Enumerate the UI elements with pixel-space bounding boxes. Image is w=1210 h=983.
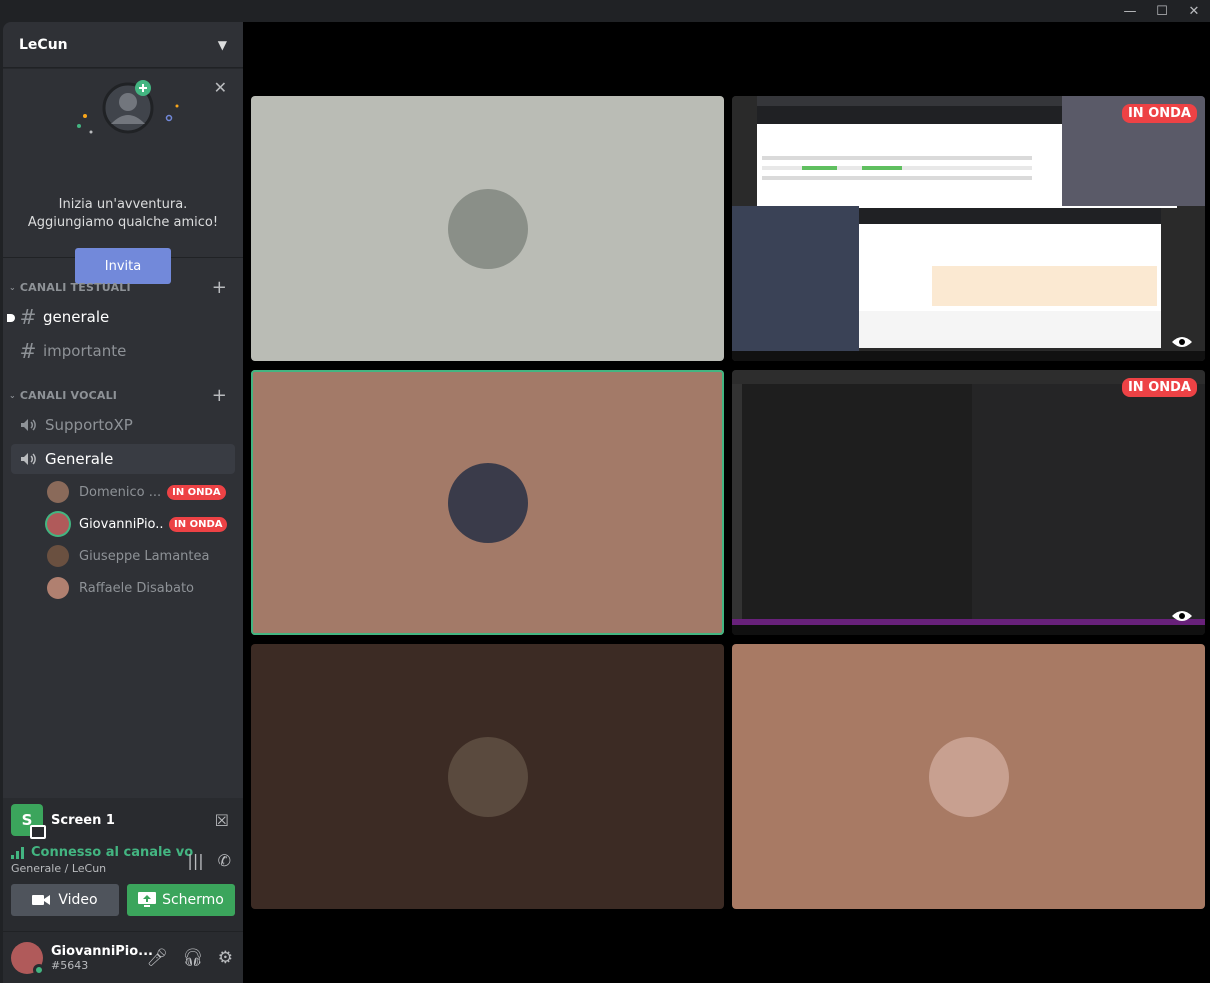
chevron-down-icon[interactable]: ▼ xyxy=(218,38,227,52)
server-name: LeCun xyxy=(19,36,68,53)
add-channel-icon[interactable]: + xyxy=(212,385,227,406)
member-name: Domenico ... xyxy=(79,484,162,500)
participant-tile[interactable] xyxy=(251,644,724,909)
connection-status: Connesso al canale vo Generale / LeCun |… xyxy=(11,845,235,875)
voice-member[interactable]: GiovanniPio... IN ONDA xyxy=(47,509,237,539)
screen-share-label: Schermo xyxy=(162,892,224,908)
signal-icon xyxy=(11,846,24,859)
channel-label: importante xyxy=(43,342,127,360)
stop-stream-icon[interactable]: ☒ xyxy=(215,811,229,830)
live-badge: IN ONDA xyxy=(1121,104,1197,123)
add-channel-icon[interactable]: + xyxy=(212,277,227,298)
participant-avatar xyxy=(447,462,528,543)
channel-label: generale xyxy=(43,308,110,326)
chevron-down-icon: ⌄ xyxy=(9,282,16,292)
invite-message: Inizia un'avventura. Aggiungiamo qualche… xyxy=(3,196,243,232)
speaker-icon xyxy=(21,419,36,431)
category-label: CANALI VOCALI xyxy=(19,388,118,402)
connection-status-text: Connesso al canale vo xyxy=(31,845,194,860)
username: GiovanniPio... xyxy=(51,943,154,959)
stream-preview-row[interactable]: S Screen 1 ☒ xyxy=(11,802,235,839)
gear-icon[interactable]: ⚙ xyxy=(218,948,233,968)
participant-tile[interactable] xyxy=(732,644,1205,909)
minimize-icon[interactable]: — xyxy=(1114,0,1146,22)
camera-icon xyxy=(32,895,51,905)
voice-channel-generale[interactable]: Generale xyxy=(11,444,235,474)
avatar[interactable] xyxy=(11,941,45,976)
participant-tile[interactable] xyxy=(251,96,724,361)
member-name: Giuseppe Lamantea xyxy=(79,548,209,564)
voice-member[interactable]: Giuseppe Lamantea xyxy=(47,541,237,571)
server-header[interactable]: LeCun ▼ xyxy=(3,22,243,68)
voice-panel: S Screen 1 ☒ Connesso al canale vo Gener… xyxy=(3,798,243,983)
noise-suppression-icon[interactable]: ||| xyxy=(187,851,203,870)
maximize-icon[interactable]: ☐ xyxy=(1146,0,1178,22)
video-button[interactable]: Video xyxy=(11,884,119,916)
live-badge: IN ONDA xyxy=(167,484,226,500)
title-bar: — ☐ ✕ xyxy=(0,0,1210,22)
participant-avatar xyxy=(928,736,1009,817)
hash-icon: # xyxy=(19,305,37,329)
participant-avatar xyxy=(447,188,528,269)
stream-name: Screen 1 xyxy=(51,812,115,828)
member-name: Raffaele Disabato xyxy=(79,580,195,596)
channel-label: SupportoXP xyxy=(45,416,133,434)
stream-tile[interactable]: IN ONDA xyxy=(732,96,1205,361)
voice-member[interactable]: Domenico ... IN ONDA xyxy=(47,477,237,507)
user-tag: #5643 xyxy=(51,958,89,972)
unread-indicator xyxy=(7,314,15,322)
channel-label: Generale xyxy=(45,450,114,468)
avatar xyxy=(47,577,69,599)
close-icon[interactable]: ✕ xyxy=(214,78,227,97)
voice-channel-supportoxp[interactable]: SupportoXP xyxy=(11,410,235,440)
user-panel: GiovanniPio... #5643 🎤︎ 🎧︎ ⚙ xyxy=(3,931,243,983)
category-label: CANALI TESTUALI xyxy=(19,280,131,294)
screen-share-icon xyxy=(138,892,157,907)
voice-member[interactable]: Raffaele Disabato xyxy=(47,573,237,603)
eye-icon[interactable] xyxy=(1171,335,1193,349)
screen-share-button[interactable]: Schermo xyxy=(127,884,235,916)
close-icon[interactable]: ✕ xyxy=(1178,0,1210,22)
avatar xyxy=(47,545,69,567)
video-grid: IN ONDA IN ONDA xyxy=(243,22,1210,983)
eye-icon[interactable] xyxy=(1171,609,1193,623)
disconnect-icon[interactable]: ✆ xyxy=(218,851,231,870)
participant-avatar xyxy=(447,736,528,817)
online-status-icon xyxy=(33,963,45,976)
speaker-icon xyxy=(21,453,36,465)
chevron-down-icon: ⌄ xyxy=(9,390,16,400)
channel-sidebar: LeCun ▼ ✕ Inizia un'avventura. Aggiungia… xyxy=(3,22,243,983)
invite-card: ✕ Inizia un'avventura. Aggiungiamo qualc… xyxy=(3,68,243,284)
add-friend-illustration-icon xyxy=(77,80,179,134)
category-voice-channels[interactable]: ⌄ CANALI VOCALI + xyxy=(3,385,243,406)
channel-importante[interactable]: # importante xyxy=(11,336,235,366)
invite-line-1: Inizia un'avventura. xyxy=(58,197,188,212)
avatar xyxy=(47,513,69,535)
screen-share-content xyxy=(732,96,1205,361)
category-text-channels[interactable]: ⌄ CANALI TESTUALI + xyxy=(3,277,243,298)
microphone-icon[interactable]: 🎤︎ xyxy=(147,948,169,968)
channel-generale[interactable]: # generale xyxy=(7,302,235,332)
screen-share-content xyxy=(732,370,1205,635)
invite-line-2: Aggiungiamo qualche amico! xyxy=(27,215,219,230)
headphones-icon[interactable]: 🎧︎ xyxy=(182,948,204,968)
member-name: GiovanniPio... xyxy=(79,516,163,532)
stream-avatar: S xyxy=(11,804,46,839)
live-badge: IN ONDA xyxy=(1121,378,1197,397)
avatar xyxy=(47,481,69,503)
participant-tile[interactable] xyxy=(251,370,724,635)
stream-tile[interactable]: IN ONDA xyxy=(732,370,1205,635)
live-badge: IN ONDA xyxy=(169,516,228,532)
hash-icon: # xyxy=(19,339,37,363)
video-label: Video xyxy=(58,892,98,908)
